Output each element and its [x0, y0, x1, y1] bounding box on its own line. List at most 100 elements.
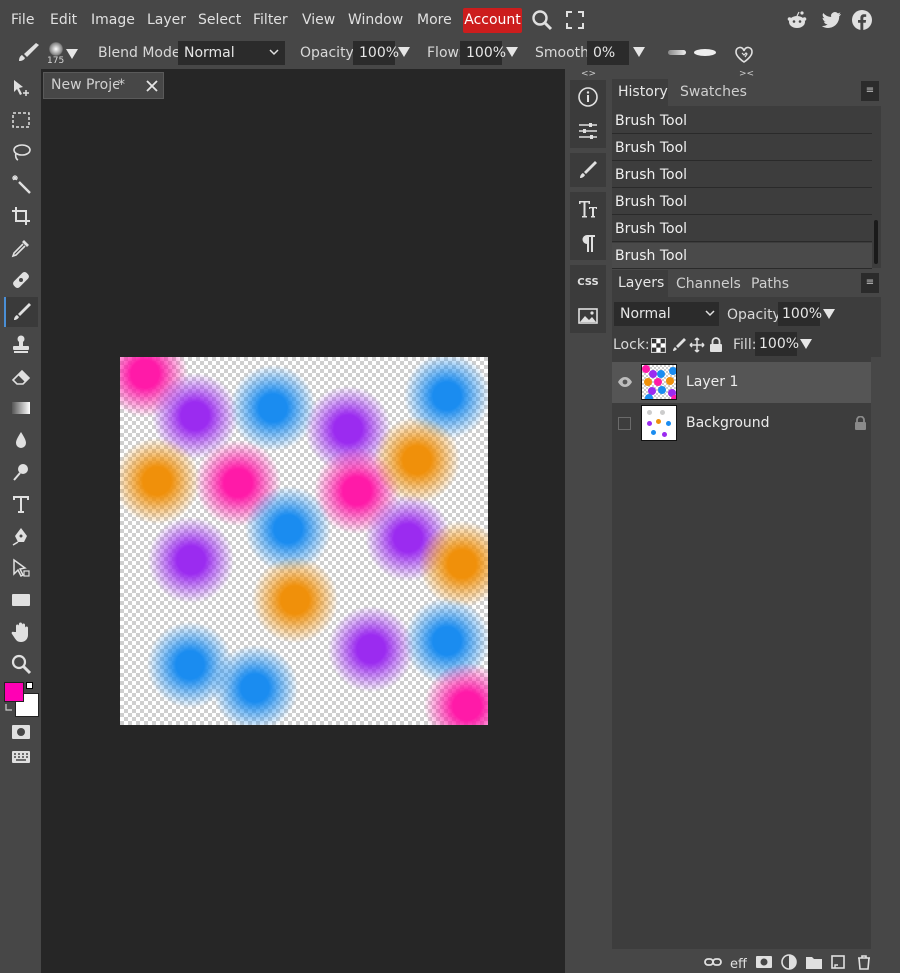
lock-pixels-icon[interactable]: [671, 337, 687, 353]
channels-tab[interactable]: Channels: [676, 276, 741, 292]
gradient-tool[interactable]: [4, 393, 38, 423]
new-layer-icon[interactable]: [830, 954, 848, 970]
css-panel-button[interactable]: CSS: [570, 265, 606, 299]
dodge-tool[interactable]: [4, 457, 38, 487]
history-item[interactable]: Brush Tool: [612, 189, 872, 215]
close-icon[interactable]: [146, 80, 158, 92]
eraser-tool[interactable]: [4, 361, 38, 391]
image-panel-button[interactable]: [570, 299, 606, 333]
default-colors-icon[interactable]: [26, 682, 33, 689]
blend-mode-select[interactable]: Normal: [178, 41, 285, 65]
character-panel-button[interactable]: [570, 192, 606, 226]
lock-transparency-icon[interactable]: [651, 338, 666, 353]
history-item[interactable]: Brush Tool: [612, 162, 872, 188]
pressure-opacity-icon[interactable]: [694, 49, 716, 56]
menu-more[interactable]: More: [417, 12, 452, 28]
pen-tool[interactable]: [4, 521, 38, 551]
brush-tool[interactable]: [4, 297, 38, 327]
foreground-color-swatch[interactable]: [4, 682, 24, 702]
lock-position-icon[interactable]: [689, 337, 705, 353]
document-tab[interactable]: New Projec *: [43, 72, 164, 99]
collapse-arrows-icon[interactable]: ><: [739, 69, 754, 79]
marquee-tool[interactable]: [4, 105, 38, 135]
menu-edit[interactable]: Edit: [50, 12, 77, 28]
swatches-tab[interactable]: Swatches: [680, 84, 747, 100]
document-canvas[interactable]: [120, 357, 488, 725]
layer-fill-input[interactable]: 100%: [755, 332, 799, 356]
blur-tool[interactable]: [4, 425, 38, 455]
layer-row-layer-1[interactable]: Layer 1: [612, 362, 872, 403]
menu-window[interactable]: Window: [348, 12, 403, 28]
link-icon[interactable]: [704, 954, 722, 970]
facebook-icon[interactable]: [851, 9, 873, 31]
expand-arrows-icon[interactable]: <>: [581, 69, 596, 79]
heart-icon[interactable]: [733, 43, 755, 65]
stamp-tool[interactable]: [4, 329, 38, 359]
adjustments-panel-button[interactable]: [570, 114, 606, 148]
menu-layer[interactable]: Layer: [147, 12, 186, 28]
layer-blend-mode-value: Normal: [620, 306, 671, 322]
adjustment-layer-icon[interactable]: [780, 954, 798, 970]
menu-filter[interactable]: Filter: [253, 12, 288, 28]
brush-preview-icon[interactable]: [49, 42, 63, 56]
info-panel-button[interactable]: [570, 80, 606, 114]
layer-fill-dropdown-icon[interactable]: [800, 339, 812, 349]
paint-dot: [120, 436, 202, 526]
history-item[interactable]: Brush Tool: [612, 216, 872, 242]
layer-blend-mode-select[interactable]: Normal: [614, 302, 719, 326]
lock-all-icon[interactable]: [709, 337, 723, 353]
healing-tool[interactable]: [4, 265, 38, 295]
menu-view[interactable]: View: [302, 12, 335, 28]
visibility-checkbox[interactable]: [618, 417, 631, 430]
crop-tool[interactable]: [4, 201, 38, 231]
account-button[interactable]: Account: [463, 8, 522, 33]
smooth-dropdown-icon[interactable]: [633, 47, 645, 57]
opacity-input[interactable]: 100%: [353, 41, 399, 65]
layer-opacity-dropdown-icon[interactable]: [823, 309, 835, 319]
hand-tool[interactable]: [4, 617, 38, 647]
flow-dropdown-icon[interactable]: [506, 47, 518, 57]
history-scrollbar[interactable]: [874, 220, 878, 264]
layers-tab-label: Layers: [618, 275, 665, 291]
brush-dropdown-icon[interactable]: [66, 49, 78, 59]
mask-icon[interactable]: [755, 954, 773, 970]
brush-panel-button[interactable]: [570, 153, 606, 187]
type-tool[interactable]: [4, 489, 38, 519]
layer-opacity-input[interactable]: 100%: [778, 302, 822, 326]
paragraph-panel-button[interactable]: [570, 226, 606, 260]
keyboard-tool[interactable]: [4, 746, 38, 768]
shape-tool[interactable]: [4, 585, 38, 615]
menu-image[interactable]: Image: [91, 12, 135, 28]
delete-layer-icon[interactable]: [855, 954, 873, 970]
lasso-tool[interactable]: [4, 137, 38, 167]
eyedropper-tool[interactable]: [4, 233, 38, 263]
layer-row-background[interactable]: Background: [612, 403, 872, 444]
history-menu-button[interactable]: ≡: [861, 81, 879, 101]
folder-icon[interactable]: [805, 954, 823, 970]
paths-tab[interactable]: Paths: [751, 276, 789, 292]
effects-icon[interactable]: eff: [729, 954, 747, 970]
history-item-current[interactable]: Brush Tool: [612, 243, 872, 269]
pressure-size-icon[interactable]: [668, 50, 686, 55]
quick-mask-tool[interactable]: [4, 721, 38, 743]
layers-menu-button[interactable]: ≡: [861, 273, 879, 293]
menu-file[interactable]: File: [11, 12, 34, 28]
swap-colors-icon[interactable]: [4, 702, 14, 712]
eye-icon[interactable]: [617, 376, 633, 388]
flow-input[interactable]: 100%: [460, 41, 506, 65]
zoom-tool[interactable]: [4, 649, 38, 679]
history-item[interactable]: Brush Tool: [612, 135, 872, 161]
layers-tab[interactable]: Layers: [612, 270, 668, 297]
move-tool[interactable]: [4, 73, 38, 103]
path-select-tool[interactable]: [4, 553, 38, 583]
search-icon[interactable]: [531, 9, 553, 31]
opacity-dropdown-icon[interactable]: [398, 47, 410, 57]
history-item[interactable]: Brush Tool: [612, 108, 872, 134]
smooth-input[interactable]: 0%: [587, 41, 629, 65]
fullscreen-icon[interactable]: [564, 9, 586, 31]
reddit-icon[interactable]: [786, 9, 808, 31]
history-tab[interactable]: History: [612, 79, 668, 106]
menu-select[interactable]: Select: [198, 12, 241, 28]
twitter-icon[interactable]: [820, 9, 842, 31]
magic-wand-tool[interactable]: [4, 169, 38, 199]
